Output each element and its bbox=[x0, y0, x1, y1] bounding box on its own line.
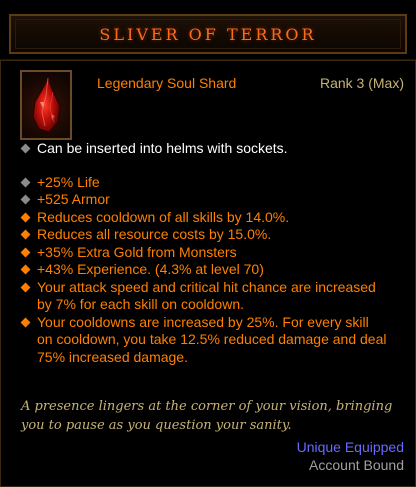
socket-note: Can be inserted into helms with sockets. bbox=[20, 140, 405, 158]
bullet-diamond-icon bbox=[20, 212, 31, 222]
affix-line: Reduces all resource costs by 15.0%. bbox=[20, 226, 405, 244]
tooltip-body: Legendary Soul Shard Rank 3 (Max) Can be… bbox=[0, 60, 416, 487]
bullet-diamond-icon bbox=[20, 264, 31, 275]
bullet-diamond-icon bbox=[20, 143, 31, 154]
item-type-label: Legendary Soul Shard bbox=[97, 75, 237, 91]
affix-text-line: Your attack speed and critical hit chanc… bbox=[37, 278, 376, 295]
stat-text: +525 Armor bbox=[37, 191, 110, 207]
affix-text: +43% Experience. (4.3% at level 70) bbox=[37, 261, 264, 277]
affix-text-line: by 7% for each skill on cooldown. bbox=[37, 296, 244, 312]
item-icon-frame bbox=[20, 70, 72, 140]
rank-label: Rank 3 (Max) bbox=[319, 75, 404, 91]
bullet-diamond-icon bbox=[20, 177, 31, 187]
bullet-diamond-icon bbox=[20, 229, 31, 240]
affix-line: Reduces cooldown of all skills by 14.0%. bbox=[20, 208, 405, 227]
item-tooltip: Sliver of Terror Legendary Soul Sh bbox=[0, 0, 416, 487]
property-list: Can be inserted into helms with sockets.… bbox=[20, 140, 405, 367]
stat-line: +25% Life bbox=[20, 173, 405, 192]
flavor-line: you to pause as you question your sanity… bbox=[21, 418, 292, 433]
stat-text: +25% Life bbox=[37, 173, 100, 190]
bullet-diamond-icon bbox=[20, 194, 31, 205]
affix-text: Reduces cooldown of all skills by 14.0%. bbox=[37, 208, 290, 225]
bullet-diamond-icon bbox=[20, 247, 31, 257]
affix-line: +43% Experience. (4.3% at level 70) bbox=[20, 261, 405, 279]
binding-label: Account Bound bbox=[309, 457, 404, 473]
tooltip-header: Sliver of Terror bbox=[0, 0, 416, 60]
flavor-text: A presence lingers at the corner of your… bbox=[21, 397, 406, 435]
affix-line: Your attack speed and critical hit chanc… bbox=[20, 278, 405, 314]
affix-text-line: Your cooldowns are increased by 25%. For… bbox=[37, 313, 369, 330]
bullet-diamond-icon bbox=[20, 282, 31, 292]
socket-note-text: Can be inserted into helms with sockets. bbox=[37, 140, 288, 156]
stat-line: +525 Armor bbox=[20, 191, 405, 209]
affix-text-line: on cooldown, you take 12.5% reduced dama… bbox=[37, 331, 387, 347]
affix-line: +35% Extra Gold from Monsters bbox=[20, 243, 405, 262]
equip-slot-label: Unique Equipped bbox=[296, 439, 404, 455]
affix-text-line: 75% increased damage. bbox=[37, 348, 188, 365]
affix-text: Reduces all resource costs by 15.0%. bbox=[37, 226, 272, 242]
title-bar: Sliver of Terror bbox=[9, 14, 407, 54]
flavor-line: A presence lingers at the corner of your… bbox=[21, 399, 393, 414]
affix-line: Your cooldowns are increased by 25%. For… bbox=[20, 313, 405, 367]
bullet-diamond-icon bbox=[20, 317, 31, 327]
item-title: Sliver of Terror bbox=[99, 24, 317, 44]
red-soul-shard-icon bbox=[32, 76, 61, 133]
affix-text: +35% Extra Gold from Monsters bbox=[37, 243, 237, 260]
